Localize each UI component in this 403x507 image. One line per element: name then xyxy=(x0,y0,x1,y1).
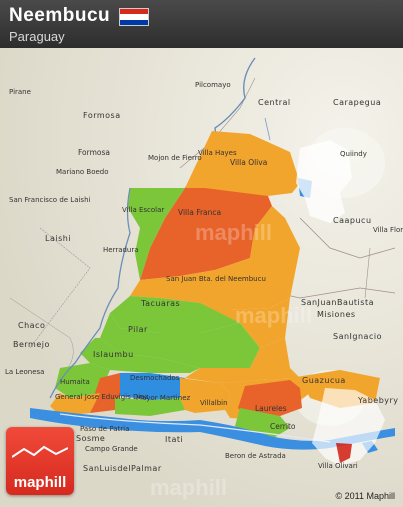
map-label: Villalbin xyxy=(200,399,228,407)
map-label: Humaita xyxy=(60,378,90,386)
map-label: Chaco xyxy=(18,321,46,330)
map-label: Central xyxy=(258,98,291,107)
map-label: Formosa xyxy=(83,111,121,120)
map-label: Guazucua xyxy=(302,376,346,385)
map-label: Beron de Astrada xyxy=(225,452,286,460)
map-label: Mojon de Fierro xyxy=(148,154,202,162)
map-label: Bermejo xyxy=(13,340,50,349)
map-label: Villa Hayes xyxy=(198,149,237,157)
map-label: Tacuaras xyxy=(141,299,181,308)
map-label: SanLuisdelPalmar xyxy=(83,464,162,473)
map-label: Quiindy xyxy=(340,150,367,158)
page-title: Neembucu xyxy=(9,5,111,26)
map-label: Herradura xyxy=(103,246,139,254)
map-frame: Neembucu Paraguay maphill maphill maphil… xyxy=(0,0,403,507)
map-label: Formosa xyxy=(78,148,110,157)
map-label: Mariano Boedo xyxy=(56,168,109,176)
map-label: Misiones xyxy=(317,310,356,319)
maphill-logo[interactable]: maphill xyxy=(6,427,74,495)
map-label: Paso de Patria xyxy=(80,425,130,433)
map-label: SanIgnacio xyxy=(333,332,382,341)
map-label: General Jose Eduvigis Diaz xyxy=(55,393,149,401)
map-label: Itati xyxy=(165,435,184,444)
map-label: Caapucu xyxy=(333,216,372,225)
map-label: Villa Olivari xyxy=(318,462,358,470)
map-label: Islaumbu xyxy=(93,350,134,359)
map-label: La Leonesa xyxy=(5,368,45,376)
map-label: Campo Grande xyxy=(85,445,138,453)
page-subtitle: Paraguay xyxy=(9,29,65,44)
paraguay-flag-icon xyxy=(119,8,149,26)
map-label: Villa Escolar xyxy=(122,206,165,214)
map-label: Pirane xyxy=(9,88,31,96)
map-label: Cerrito xyxy=(270,422,296,431)
logo-text: maphill xyxy=(13,474,67,491)
map-label: Carapegua xyxy=(333,98,382,107)
map-label: Villa Franca xyxy=(178,208,222,217)
map-label: San Juan Bta. del Neembucu xyxy=(166,275,266,283)
map-label: Laureles xyxy=(255,404,287,413)
map-label: Mayor Martinez xyxy=(136,394,191,402)
map-label: Pilcomayo xyxy=(195,81,231,89)
map-label: Laishi xyxy=(45,234,72,243)
map-label: SanJuanBautista xyxy=(301,298,374,307)
map-label: Pilar xyxy=(128,325,148,334)
watermark: maphill xyxy=(195,220,273,245)
map-label: Sosme xyxy=(76,434,106,443)
copyright: © 2011 Maphill xyxy=(335,491,396,501)
logo-wave-icon xyxy=(12,445,68,458)
watermark: maphill xyxy=(150,475,228,500)
map-label: San Francisco de Laishi xyxy=(9,196,91,204)
map-label: Desmochados xyxy=(130,374,180,382)
map-label: Yabebyry xyxy=(358,396,399,405)
map-label: Villa Oliva xyxy=(230,158,268,167)
header: Neembucu Paraguay xyxy=(0,0,403,48)
map-label: Villa Florida xyxy=(373,226,403,234)
